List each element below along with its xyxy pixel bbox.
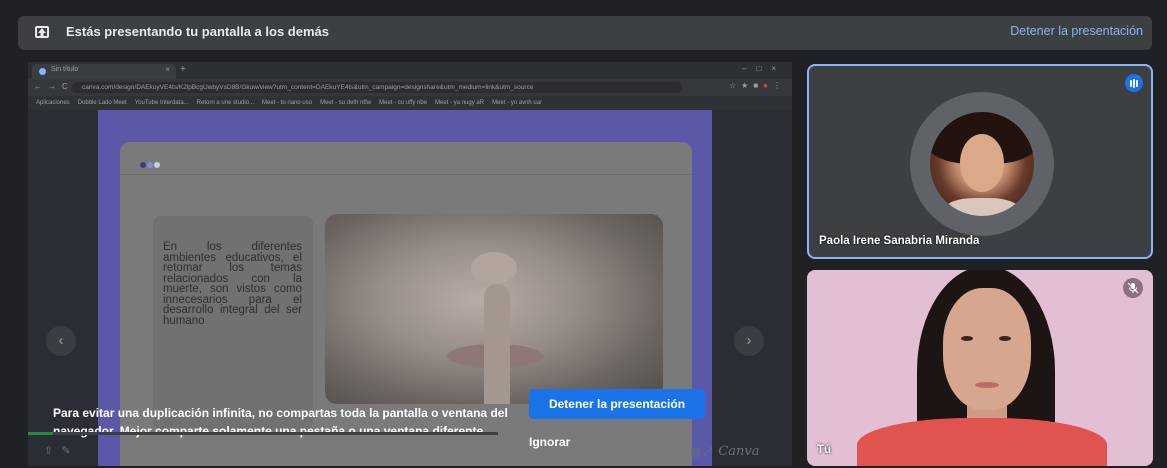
stop-presenting-button[interactable]: Detener la presentación: [529, 389, 705, 419]
avatar-shirt: [944, 198, 1020, 216]
mic-muted-icon: [1123, 278, 1143, 298]
new-tab-icon: +: [180, 64, 186, 75]
browser-address-row: ←→C canva.com/design/DAEkuyVE4ts/K2lpBcg…: [28, 79, 792, 96]
participant-tile-self[interactable]: Tú: [807, 270, 1153, 466]
browser-extension-icons: ☆★■●⋮: [728, 81, 786, 90]
browser-tab-strip: Sin título × + –□×: [28, 62, 792, 79]
bookmark-item: Meet - yo avnh uar: [492, 100, 543, 106]
ignore-button[interactable]: Ignorar: [529, 432, 584, 452]
previous-slide-button[interactable]: ‹: [46, 326, 76, 356]
browser-nav-icons: ←→C: [34, 82, 74, 91]
webcam-eye-right: [999, 336, 1011, 341]
progress-fill: [28, 432, 53, 435]
slide-dots: [140, 155, 161, 173]
canva-logo: Canva: [718, 444, 760, 459]
avatar-ring: [910, 92, 1054, 236]
window-controls-icon: –□×: [742, 64, 786, 73]
bookmark-item: Meet - cu uffy nbe: [379, 100, 428, 106]
slide-dot: [147, 162, 153, 168]
photo-finger: [484, 284, 510, 404]
avatar-face: [960, 134, 1004, 192]
canva-footer: ▤ ⤢ Canva: [690, 444, 759, 459]
avatar: [930, 112, 1034, 216]
bookmarks-bar: Aplicaciones Dobble Lado Meet YouTube Inte…: [28, 96, 792, 110]
slide-header: [120, 142, 692, 175]
notes-icon: ▤: [690, 446, 701, 458]
browser-tab: Sin título ×: [32, 64, 176, 79]
tab-favicon-icon: [39, 68, 46, 75]
slide-dot: [140, 162, 146, 168]
share-footer-icons: ⇧✎: [44, 445, 79, 457]
present-screen-icon: [35, 26, 49, 38]
bookmark-item: Meet - to nano uso: [262, 100, 313, 106]
tab-close-icon: ×: [165, 65, 170, 74]
webcam-shirt: [857, 418, 1107, 466]
bookmark-item: Meet - ya nugy aR: [435, 100, 485, 106]
next-slide-button[interactable]: ›: [734, 326, 764, 356]
speaking-indicator-icon: [1125, 74, 1143, 92]
slide-photo: [325, 214, 663, 404]
webcam-eye-left: [961, 336, 973, 341]
slide-text: En los diferentes ambientes educativos, …: [163, 241, 302, 327]
warning-progress: [28, 432, 498, 435]
browser-url: canva.com/design/DAEkuyVE4ts/K2lpBcgUwby…: [72, 82, 682, 93]
photo-nose: [471, 252, 517, 284]
participant-tile-speaker[interactable]: Paola Irene Sanabria Miranda: [807, 64, 1153, 259]
participant-name: Paola Irene Sanabria Miranda: [819, 235, 980, 247]
bookmark-item: Retorn a une studio...: [196, 100, 255, 106]
stop-presenting-link[interactable]: Detener la presentación: [1010, 24, 1143, 38]
bookmark-item: Meet - su deth ntfw: [320, 100, 372, 106]
bookmark-item: YouTube Interdata...: [134, 100, 189, 106]
slide-dot: [154, 162, 160, 168]
browser-tab-title: Sin título: [51, 66, 79, 73]
fullscreen-icon: ⤢: [703, 446, 713, 458]
presenting-message: Estás presentando tu pantalla a los demá…: [66, 24, 329, 39]
bookmark-item: Dobble Lado Meet: [77, 100, 127, 106]
bookmark-item: Aplicaciones: [36, 100, 70, 106]
slide-text-box: En los diferentes ambientes educativos, …: [153, 216, 313, 430]
webcam-face: [943, 288, 1031, 410]
presenting-banner: Estás presentando tu pantalla a los demá…: [18, 16, 1152, 50]
webcam-mouth: [975, 382, 999, 388]
participant-name-self: Tú: [817, 444, 832, 456]
